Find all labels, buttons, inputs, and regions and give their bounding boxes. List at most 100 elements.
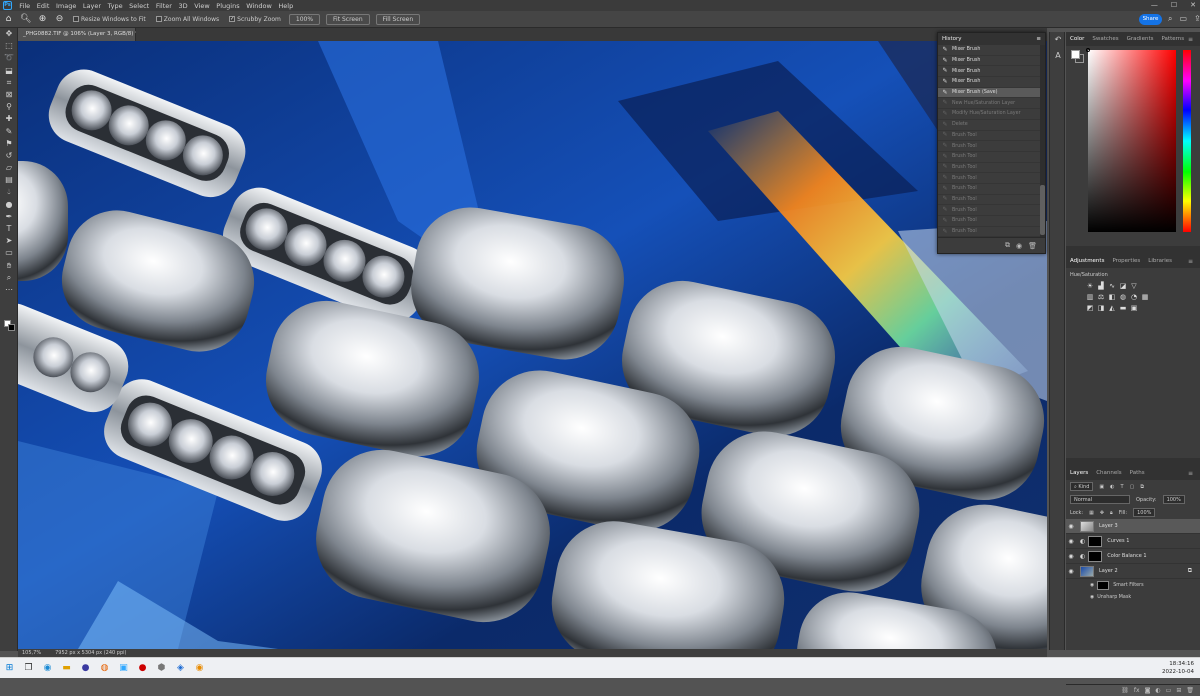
tab-swatches[interactable]: Swatches [1088, 36, 1122, 42]
history-brush-tool-icon[interactable]: ↺ [0, 150, 18, 162]
marquee-tool-icon[interactable]: ⬚ [0, 40, 18, 52]
filter-mask-thumbnail[interactable] [1097, 580, 1110, 590]
add-mask-icon[interactable]: ◙ [1145, 687, 1151, 694]
panel-menu-icon[interactable]: ≡ [1184, 258, 1197, 265]
visibility-eye-icon[interactable]: ◉ [1090, 595, 1094, 600]
brush-tool-icon[interactable]: ✎ [0, 126, 18, 138]
tab-libraries[interactable]: Libraries [1144, 258, 1176, 264]
document-tab[interactable]: _PHG0882.TIF @ 106% (Layer 3, RGB/8) *× [18, 28, 147, 41]
share-button[interactable]: Share [1139, 14, 1162, 25]
history-scrollbar[interactable] [1040, 45, 1045, 237]
threshold-icon[interactable]: ◭ [1108, 304, 1116, 312]
hue-saturation-icon[interactable]: ▥ [1086, 293, 1094, 301]
delete-layer-icon[interactable]: 🗑︎ [1186, 687, 1194, 694]
history-state-row[interactable]: ✎ Brush Tool [938, 184, 1045, 195]
history-state-row[interactable]: ✎ Brush Tool [938, 152, 1045, 163]
visibility-eye-icon[interactable]: ◉ [1066, 553, 1076, 560]
dodge-tool-icon[interactable]: ● [0, 199, 18, 211]
blend-mode-select[interactable]: Normal [1070, 495, 1130, 504]
history-state-row[interactable]: ✎ Brush Tool [938, 216, 1045, 227]
zoom-100-button[interactable]: 100% [288, 13, 321, 25]
layer-row-layer-3[interactable]: ◉ Layer 3 [1066, 519, 1200, 534]
layer-mask-thumbnail[interactable] [1088, 550, 1103, 562]
fill-input[interactable]: 100% [1133, 508, 1156, 517]
scrubby-zoom-checkbox[interactable]: ✓ Scrubby Zoom [229, 16, 281, 23]
visibility-eye-icon[interactable]: ◉ [1066, 568, 1076, 575]
history-state-row[interactable]: ✎ Mixer Brush [938, 77, 1045, 88]
history-state-row[interactable]: ✎ Brush Tool [938, 141, 1045, 152]
lasso-tool-icon[interactable]: ➰ [0, 52, 18, 64]
menu-view[interactable]: View [191, 2, 213, 10]
menu-help[interactable]: Help [275, 2, 296, 10]
lock-all-icon[interactable]: 🔒︎ [1110, 510, 1113, 516]
menu-type[interactable]: Type [104, 2, 126, 10]
menu-edit[interactable]: Edit [33, 2, 52, 10]
menu-window[interactable]: Window [243, 2, 275, 10]
history-state-row[interactable]: ✎ Modify Hue/Saturation Layer [938, 109, 1045, 120]
app-icon[interactable]: ◈ [171, 658, 190, 679]
tab-adjustments[interactable]: Adjustments [1066, 258, 1108, 264]
history-state-row[interactable]: ✎ Brush Tool [938, 205, 1045, 216]
app-icon[interactable]: ⬢ [152, 658, 171, 679]
zoom-tool-icon[interactable]: 🔍︎ [20, 14, 31, 25]
black-white-icon[interactable]: ◧ [1108, 293, 1116, 301]
levels-icon[interactable]: ▟ [1097, 282, 1105, 290]
curves-icon[interactable]: ∿ [1108, 282, 1116, 290]
share-arrow-icon[interactable]: ⇪ [1194, 14, 1200, 24]
exposure-icon[interactable]: ◪ [1119, 282, 1127, 290]
clone-stamp-tool-icon[interactable]: ⚑ [0, 138, 18, 150]
tab-gradients[interactable]: Gradients [1123, 36, 1158, 42]
pen-tool-icon[interactable]: ✒ [0, 211, 18, 223]
frame-tool-icon[interactable]: ⊠ [0, 89, 18, 101]
filter-smart-icon[interactable]: ⧉ [1140, 484, 1144, 490]
close-window-button[interactable]: ✕ [1190, 1, 1196, 9]
eyedropper-tool-icon[interactable]: ⚲ [0, 101, 18, 113]
history-state-row[interactable]: ✎ Brush Tool [938, 195, 1045, 206]
history-state-row[interactable]: ✎ Mixer Brush [938, 56, 1045, 67]
minimize-button[interactable]: — [1151, 1, 1158, 9]
channel-mixer-icon[interactable]: ◔ [1130, 293, 1138, 301]
lock-position-icon[interactable]: ✥ [1100, 510, 1104, 516]
more-tools-icon[interactable]: ⋯ [0, 284, 18, 296]
layer-row-curves-1[interactable]: ◉ ◐ Curves 1 [1066, 534, 1200, 549]
menu-layer[interactable]: Layer [80, 2, 105, 10]
filter-pixel-icon[interactable]: ▣ [1099, 484, 1104, 490]
selective-color-icon[interactable]: ▣ [1130, 304, 1138, 312]
panel-menu-icon[interactable]: ≡ [1184, 36, 1197, 43]
maximize-button[interactable]: ☐ [1171, 1, 1177, 9]
filter-adjust-icon[interactable]: ◐ [1110, 484, 1114, 490]
document-canvas[interactable] [18, 41, 1047, 649]
new-layer-icon[interactable]: ⊞ [1176, 687, 1181, 694]
tab-paths[interactable]: Paths [1126, 470, 1149, 476]
fit-screen-button[interactable]: Fit Screen [326, 13, 370, 25]
layer-mask-thumbnail[interactable] [1088, 535, 1103, 547]
visibility-eye-icon[interactable]: ◉ [1066, 523, 1076, 530]
panel-menu-icon[interactable]: ≡ [1036, 33, 1041, 45]
zoom-in-icon[interactable]: ⊕ [37, 14, 48, 25]
panel-menu-icon[interactable]: ≡ [1184, 470, 1197, 477]
menu-image[interactable]: Image [53, 2, 80, 10]
history-state-row[interactable]: ✎ Brush Tool [938, 173, 1045, 184]
layer-row-color-balance-1[interactable]: ◉ ◐ Color Balance 1 [1066, 549, 1200, 564]
link-layers-icon[interactable]: ⛓ [1121, 687, 1129, 694]
history-state-row[interactable]: ✎ Brush Tool [938, 131, 1045, 142]
layer-kind-filter[interactable]: ⌕ Kind [1070, 482, 1094, 491]
photo-filter-icon[interactable]: ◍ [1119, 293, 1127, 301]
zoom-out-icon[interactable]: ⊖ [54, 14, 65, 25]
home-icon[interactable]: ⌂ [3, 14, 14, 25]
tab-color[interactable]: Color [1066, 36, 1088, 42]
history-state-row[interactable]: ✎ New Hue/Saturation Layer [938, 98, 1045, 110]
new-document-from-state-icon[interactable]: ⧉ [1005, 241, 1010, 250]
photoshop-taskbar-icon[interactable]: ▣ [114, 658, 133, 679]
edge-browser-icon[interactable]: ◉ [38, 658, 57, 679]
gradient-map-icon[interactable]: ▬ [1119, 304, 1127, 312]
tab-channels[interactable]: Channels [1092, 470, 1125, 476]
search-icon[interactable]: ⌕ [1168, 14, 1172, 24]
app-icon[interactable]: ● [133, 658, 152, 679]
posterize-icon[interactable]: ◨ [1097, 304, 1105, 312]
firefox-icon[interactable]: ◍ [95, 658, 114, 679]
fill-screen-button[interactable]: Fill Screen [375, 13, 421, 25]
history-state-row[interactable]: ✎ Mixer Brush (Save) [938, 87, 1045, 99]
delete-state-icon[interactable]: 🗑︎ [1028, 242, 1037, 250]
color-picker-cursor[interactable] [1086, 48, 1090, 52]
